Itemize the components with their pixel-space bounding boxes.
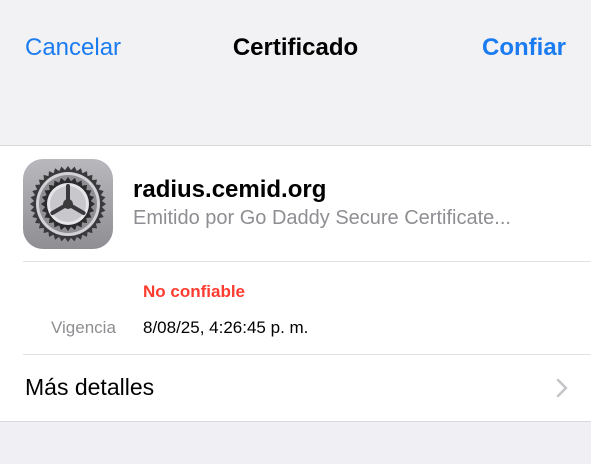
- validity-value: 8/08/25, 4:26:45 p. m.: [143, 318, 309, 337]
- certificate-name: radius.cemid.org: [133, 176, 327, 203]
- separator: [23, 261, 591, 262]
- trust-button[interactable]: Confiar: [482, 34, 566, 62]
- more-details-label: Más detalles: [25, 374, 155, 400]
- settings-gear-icon: [23, 159, 113, 249]
- trust-status-label: No confiable: [143, 282, 246, 301]
- certificate-issuer: Emitido por Go Daddy Secure Certificate.…: [133, 207, 511, 229]
- validity-label: Vigencia: [51, 318, 116, 337]
- bottom-divider: [0, 421, 591, 422]
- certificate-card: radius.cemid.org Emitido por Go Daddy Se…: [0, 146, 591, 422]
- chevron-right-icon: [556, 378, 568, 398]
- more-details-row[interactable]: Más detalles: [0, 355, 591, 421]
- navigation-bar: Cancelar Certificado Confiar: [0, 0, 591, 146]
